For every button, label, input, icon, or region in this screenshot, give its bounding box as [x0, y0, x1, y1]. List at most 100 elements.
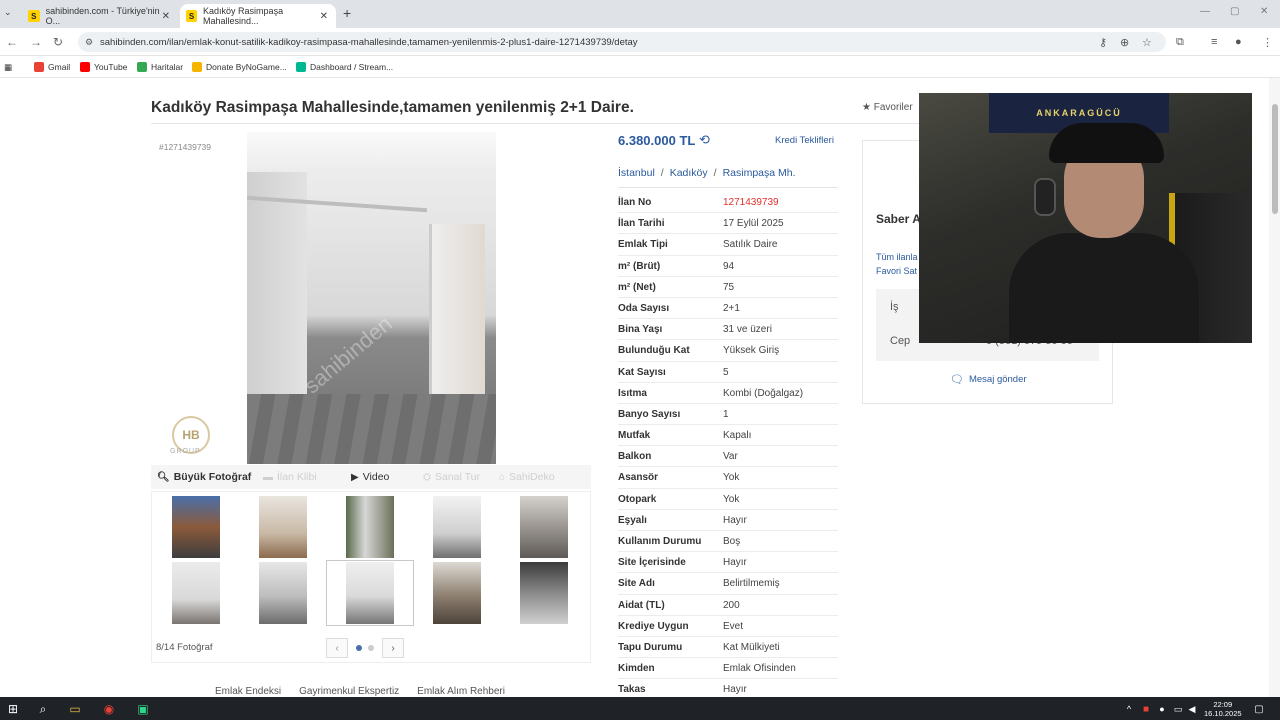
bookmark-donate[interactable]: Donate ByNoGame... — [192, 62, 287, 72]
photo-thumbnail[interactable] — [172, 562, 220, 624]
chrome-icon[interactable]: ◉ — [100, 701, 118, 717]
photo-ceiling — [247, 132, 496, 172]
tour-icon: ⛭ — [423, 471, 431, 483]
photo-thumbnail[interactable] — [172, 496, 220, 558]
extensions-icon[interactable]: ⧉ — [1176, 36, 1184, 49]
prev-page-button[interactable]: ‹ — [326, 638, 348, 658]
gmail-icon — [34, 62, 44, 72]
footer-links: Emlak Endeksi Gayrimenkul Ekspertiz Emla… — [215, 686, 523, 697]
reload-icon[interactable]: ↻ — [53, 35, 63, 49]
tray-volume-icon[interactable]: ◀ — [1183, 701, 1201, 717]
detail-value: 5 — [723, 366, 729, 378]
bookmark-maps[interactable]: Haritalar — [137, 62, 183, 72]
webcam-person-body — [1009, 233, 1199, 343]
detail-row: Bina Yaşı 31 ve üzeri — [618, 319, 838, 341]
minimize-icon[interactable]: — — [1200, 6, 1210, 17]
file-explorer-icon[interactable]: ▭ — [66, 701, 84, 717]
big-photo-label: Büyük Fotoğraf — [173, 471, 252, 483]
detail-row: Kat Sayısı 5 — [618, 362, 838, 383]
footer-link[interactable]: Emlak Alım Rehberi — [417, 686, 505, 697]
tab-search-icon[interactable]: ⌄ — [4, 7, 12, 18]
bookmark-star-icon[interactable]: ☆ — [1142, 36, 1152, 49]
media-controls-icon[interactable]: ≡ — [1211, 36, 1217, 48]
photo-thumbnail[interactable] — [433, 562, 481, 624]
scrollbar-thumb[interactable] — [1272, 104, 1278, 214]
zoom-icon[interactable]: ⊕ — [1120, 36, 1129, 49]
clock-date: 16.10.2025 — [1204, 709, 1242, 718]
favorite-seller-link[interactable]: Favori Sat — [876, 266, 917, 276]
tab-sahibinden-home[interactable]: S sahibinden.com - Türkiye'nin O... ✕ — [22, 4, 178, 28]
profile-avatar-icon[interactable]: ● — [1235, 36, 1242, 48]
favorites-link[interactable]: ★ Favoriler — [862, 102, 913, 113]
bookmark-youtube[interactable]: YouTube — [80, 62, 127, 72]
next-page-button[interactable]: › — [382, 638, 404, 658]
close-tab-icon[interactable]: ✕ — [162, 11, 170, 22]
search-icon[interactable]: ⌕ — [34, 701, 52, 717]
detail-key: Isıtma — [618, 387, 647, 399]
listing-id: #1271439739 — [159, 142, 212, 152]
page-dot[interactable] — [368, 645, 374, 651]
detail-row: Kullanım Durumu Boş — [618, 531, 838, 553]
photo-thumbnail[interactable] — [520, 562, 568, 624]
breadcrumb-neighborhood[interactable]: Rasimpaşa Mh. — [723, 167, 796, 179]
virtual-tour-label: Sanal Tur — [435, 471, 480, 483]
photo-thumbnail[interactable] — [433, 496, 481, 558]
detail-value: 2+1 — [723, 302, 740, 314]
all-listings-link[interactable]: Tüm ilanla — [876, 252, 918, 262]
breadcrumb-city[interactable]: İstanbul — [618, 167, 655, 179]
footer-link[interactable]: Gayrimenkul Ekspertiz — [299, 686, 399, 697]
big-photo-button[interactable]: 🔍︎ Büyük Fotoğraf — [157, 471, 251, 483]
photo-watermark: sahibinden — [299, 310, 397, 399]
bookmark-label: Haritalar — [151, 62, 184, 72]
menu-icon[interactable]: ⋮ — [1262, 36, 1273, 49]
bookmark-gmail[interactable]: Gmail — [34, 62, 70, 72]
maximize-icon[interactable]: ▢ — [1230, 6, 1239, 17]
close-tab-icon[interactable]: ✕ — [320, 11, 328, 22]
url-field[interactable]: ⚙ sahibinden.com/ilan/emlak-konut-satili… — [78, 32, 1166, 52]
taskbar-clock[interactable]: 22:09 16.10.2025 — [1204, 700, 1242, 718]
detail-key: Oda Sayısı — [618, 302, 670, 314]
detail-value: Yok — [723, 493, 740, 505]
forward-icon[interactable]: → — [30, 35, 42, 49]
detail-row: Asansör Yok — [618, 467, 838, 489]
price-history-icon[interactable]: ⟲ — [699, 132, 710, 148]
site-info-icon[interactable]: ⚙ — [85, 37, 93, 48]
breadcrumb-district[interactable]: Kadıköy — [670, 167, 708, 179]
footer-link[interactable]: Emlak Endeksi — [215, 686, 281, 697]
bookmark-dashboard[interactable]: Dashboard / Stream... — [296, 62, 393, 72]
photo-thumbnail[interactable] — [520, 496, 568, 558]
detail-value: Boş — [723, 536, 741, 547]
detail-row: İlan Tarihi 17 Eylül 2025 — [618, 213, 838, 235]
webcam-headset — [1034, 178, 1056, 216]
page-dot-active[interactable] — [356, 645, 362, 651]
photo-thumbnail[interactable] — [259, 496, 307, 558]
title-divider — [151, 123, 921, 124]
bookmark-label: YouTube — [94, 62, 128, 72]
credit-offers-link[interactable]: Kredi Teklifleri — [775, 135, 834, 146]
photo-thumbnail[interactable] — [259, 562, 307, 624]
detail-key: İlan Tarihi — [618, 218, 665, 230]
tab-listing[interactable]: S Kadıköy Rasimpaşa Mahallesind... ✕ — [180, 4, 336, 28]
apps-grid-icon[interactable]: ▦ — [4, 62, 12, 73]
detail-row: Oda Sayısı 2+1 — [618, 298, 838, 320]
photo-counter: 8/14 Fotoğraf — [156, 642, 213, 653]
detail-row: Bulunduğu Kat Yüksek Giriş — [618, 340, 838, 362]
send-message-button[interactable]: 🗨︎ Mesaj gönder — [950, 373, 1027, 386]
new-tab-icon[interactable]: + — [343, 5, 351, 21]
detail-key: Bulunduğu Kat — [618, 345, 690, 357]
listing-clip-button: ▬ İlan Klibi — [263, 471, 317, 483]
app-icon[interactable]: ▣ — [134, 701, 152, 717]
main-listing-photo[interactable]: sahibinden — [247, 132, 496, 464]
detail-key: Otopark — [618, 493, 657, 505]
breadcrumb-separator: / — [660, 167, 664, 179]
sahideko-button: ⌂ SahiDeko — [499, 471, 555, 483]
start-icon[interactable]: ⊞ — [4, 701, 22, 717]
window-close-icon[interactable]: ✕ — [1260, 6, 1268, 17]
photo-thumbnail-selected[interactable] — [346, 562, 394, 624]
notifications-icon[interactable]: ▢ — [1250, 701, 1268, 717]
tray-chevron-icon[interactable]: ^ — [1120, 701, 1138, 717]
photo-thumbnail[interactable] — [346, 496, 394, 558]
back-icon[interactable]: ← — [6, 35, 18, 49]
password-key-icon[interactable]: ⚷ — [1099, 36, 1107, 49]
video-button[interactable]: ▶ Video — [351, 471, 389, 483]
